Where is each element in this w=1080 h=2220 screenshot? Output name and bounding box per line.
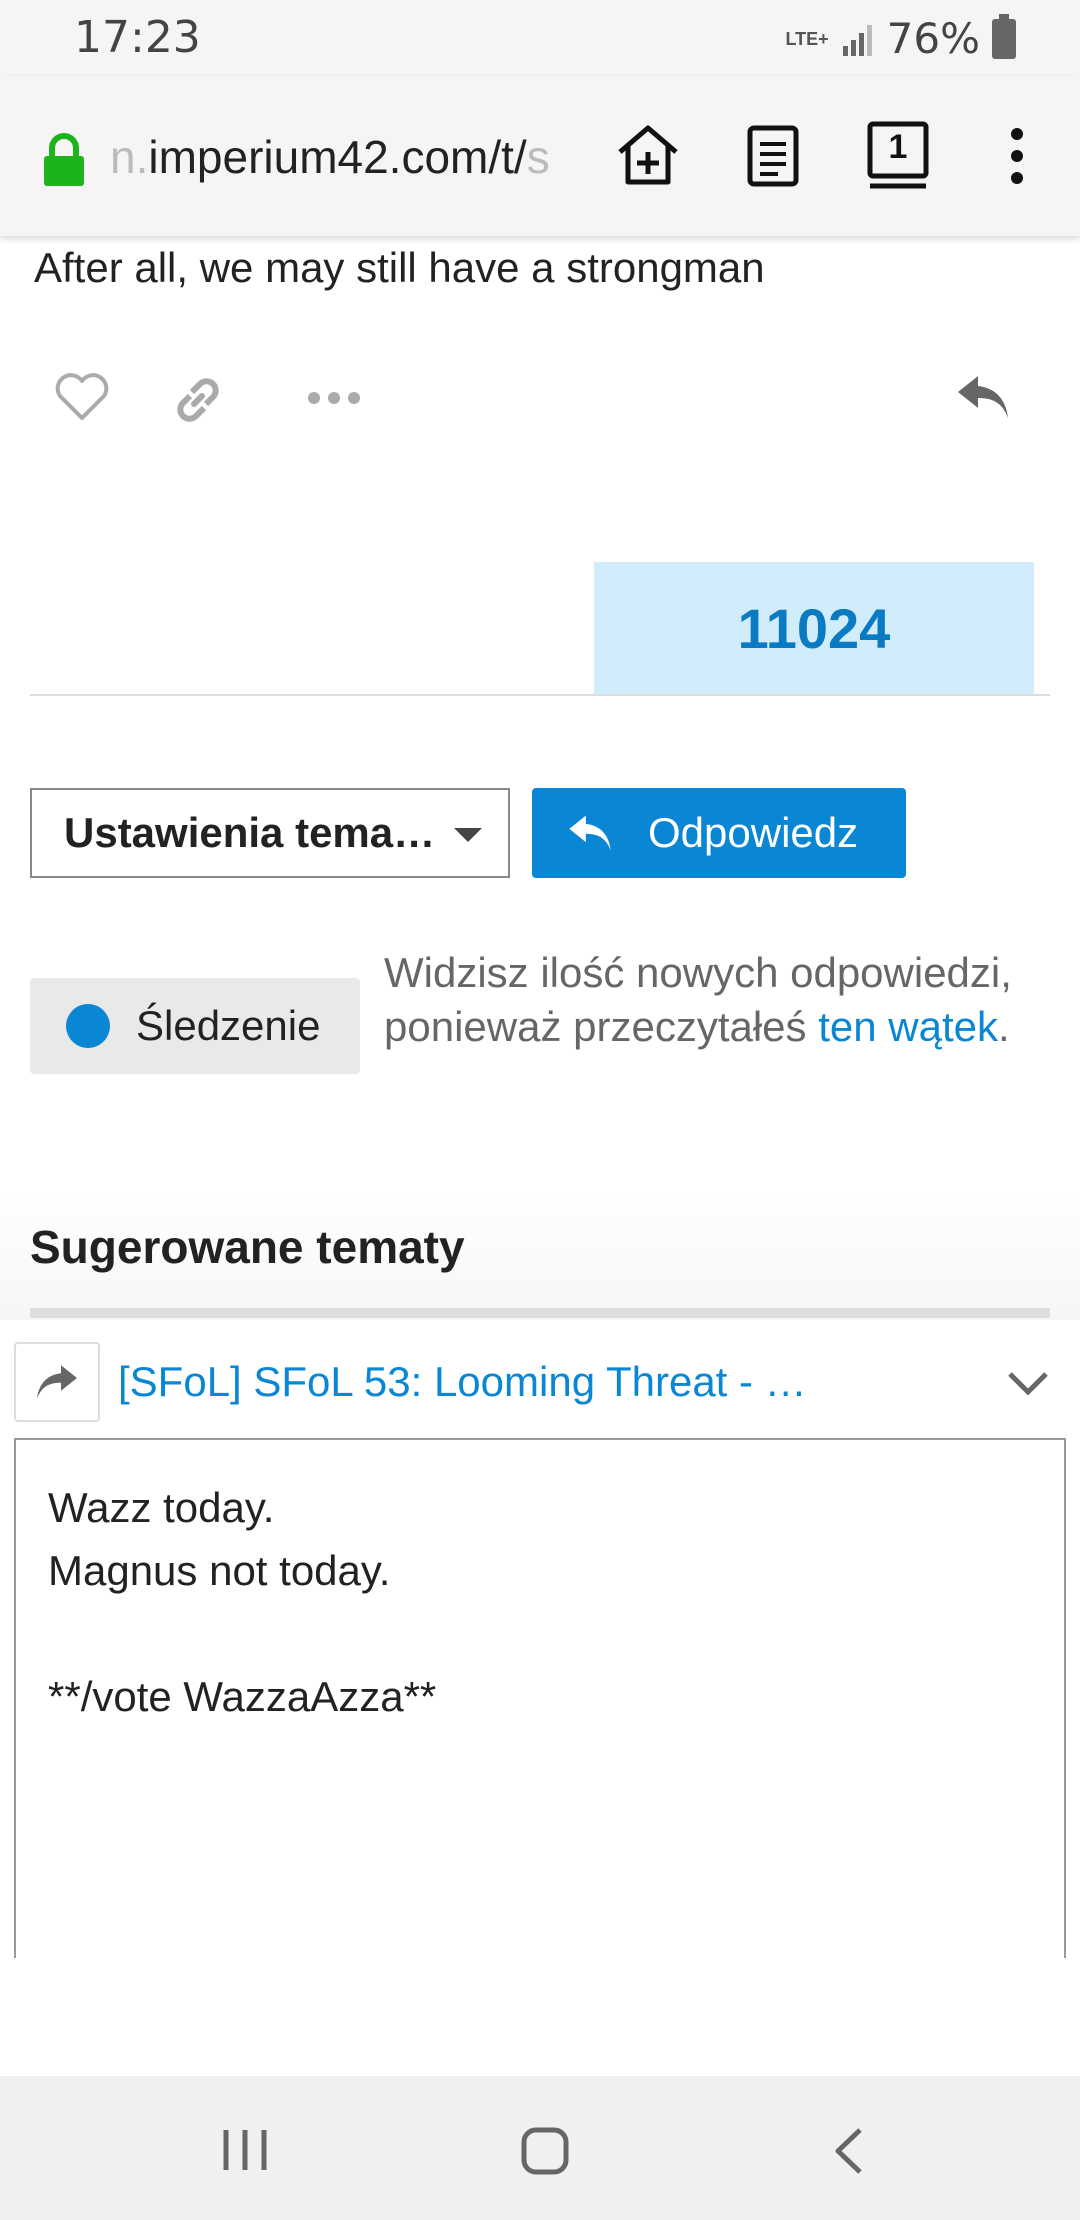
- post-body: After all, we may still have a strongman: [34, 244, 765, 291]
- status-bar: 17:23 LTE+ 76%: [0, 0, 1080, 76]
- suggested-topics-heading: Sugerowane tematy: [30, 1221, 465, 1273]
- composer-textarea[interactable]: Wazz today. Magnus not today. **/vote Wa…: [14, 1438, 1066, 1958]
- topic-link[interactable]: ten wątek: [818, 1003, 998, 1050]
- topic-settings-dropdown[interactable]: Ustawienia tema…: [30, 788, 510, 878]
- reply-icon: [566, 812, 614, 854]
- composer-topic-title[interactable]: [SFoL] SFoL 53: Looming Threat - …: [118, 1358, 807, 1406]
- notification-description: Widzisz ilość nowych odpowiedzi, poniewa…: [384, 946, 1044, 1054]
- heart-icon[interactable]: [54, 372, 110, 422]
- status-time: 17:23: [74, 12, 201, 63]
- network-type: LTE+: [785, 28, 829, 49]
- status-icons: LTE+ 76%: [785, 13, 1016, 63]
- url-field[interactable]: n.imperium42.com/t/s: [110, 130, 590, 190]
- divider: [30, 694, 1050, 696]
- post-counter: 11024: [594, 562, 1034, 694]
- home-icon[interactable]: [520, 2126, 570, 2176]
- reader-mode-icon[interactable]: [746, 122, 802, 190]
- tabs-icon[interactable]: 1: [866, 120, 930, 190]
- url-prefix: n.: [110, 131, 149, 183]
- url-main: imperium42.com/t/: [148, 131, 527, 183]
- lock-icon: [44, 133, 84, 186]
- recent-apps-icon[interactable]: [220, 2126, 270, 2174]
- divider: [30, 1308, 1050, 1318]
- link-icon[interactable]: [170, 372, 226, 428]
- reply-composer: [SFoL] SFoL 53: Looming Threat - … Wazz …: [0, 1326, 1080, 2076]
- reply-to-button[interactable]: [14, 1342, 100, 1422]
- notification-level-button[interactable]: Śledzenie: [30, 978, 360, 1074]
- add-to-home-icon[interactable]: [614, 122, 682, 190]
- tracking-dot-icon: [66, 1004, 110, 1048]
- browser-toolbar: n.imperium42.com/t/s 1: [0, 76, 1080, 236]
- back-icon[interactable]: [830, 2126, 866, 2176]
- overflow-menu-icon[interactable]: [1000, 122, 1034, 190]
- system-nav-bar: [0, 2076, 1080, 2220]
- signal-icon: [842, 24, 872, 56]
- topic-settings-label: Ustawienia tema…: [64, 809, 436, 856]
- reply-button[interactable]: Odpowiedz: [532, 788, 906, 878]
- chevron-down-icon[interactable]: [1006, 1360, 1050, 1404]
- reply-icon[interactable]: [954, 372, 1012, 422]
- share-arrow-icon: [37, 1365, 77, 1399]
- notification-description-end: .: [998, 1003, 1010, 1050]
- tab-count: 1: [888, 128, 908, 166]
- reply-button-label: Odpowiedz: [648, 809, 859, 856]
- chevron-down-icon: [454, 828, 482, 842]
- url-suffix: s: [526, 131, 550, 183]
- more-icon[interactable]: [306, 386, 362, 410]
- battery-icon: [992, 13, 1016, 59]
- notification-level-label: Śledzenie: [136, 1002, 321, 1049]
- composer-header: [SFoL] SFoL 53: Looming Threat - …: [14, 1342, 1064, 1422]
- battery-percent: 76%: [886, 14, 980, 63]
